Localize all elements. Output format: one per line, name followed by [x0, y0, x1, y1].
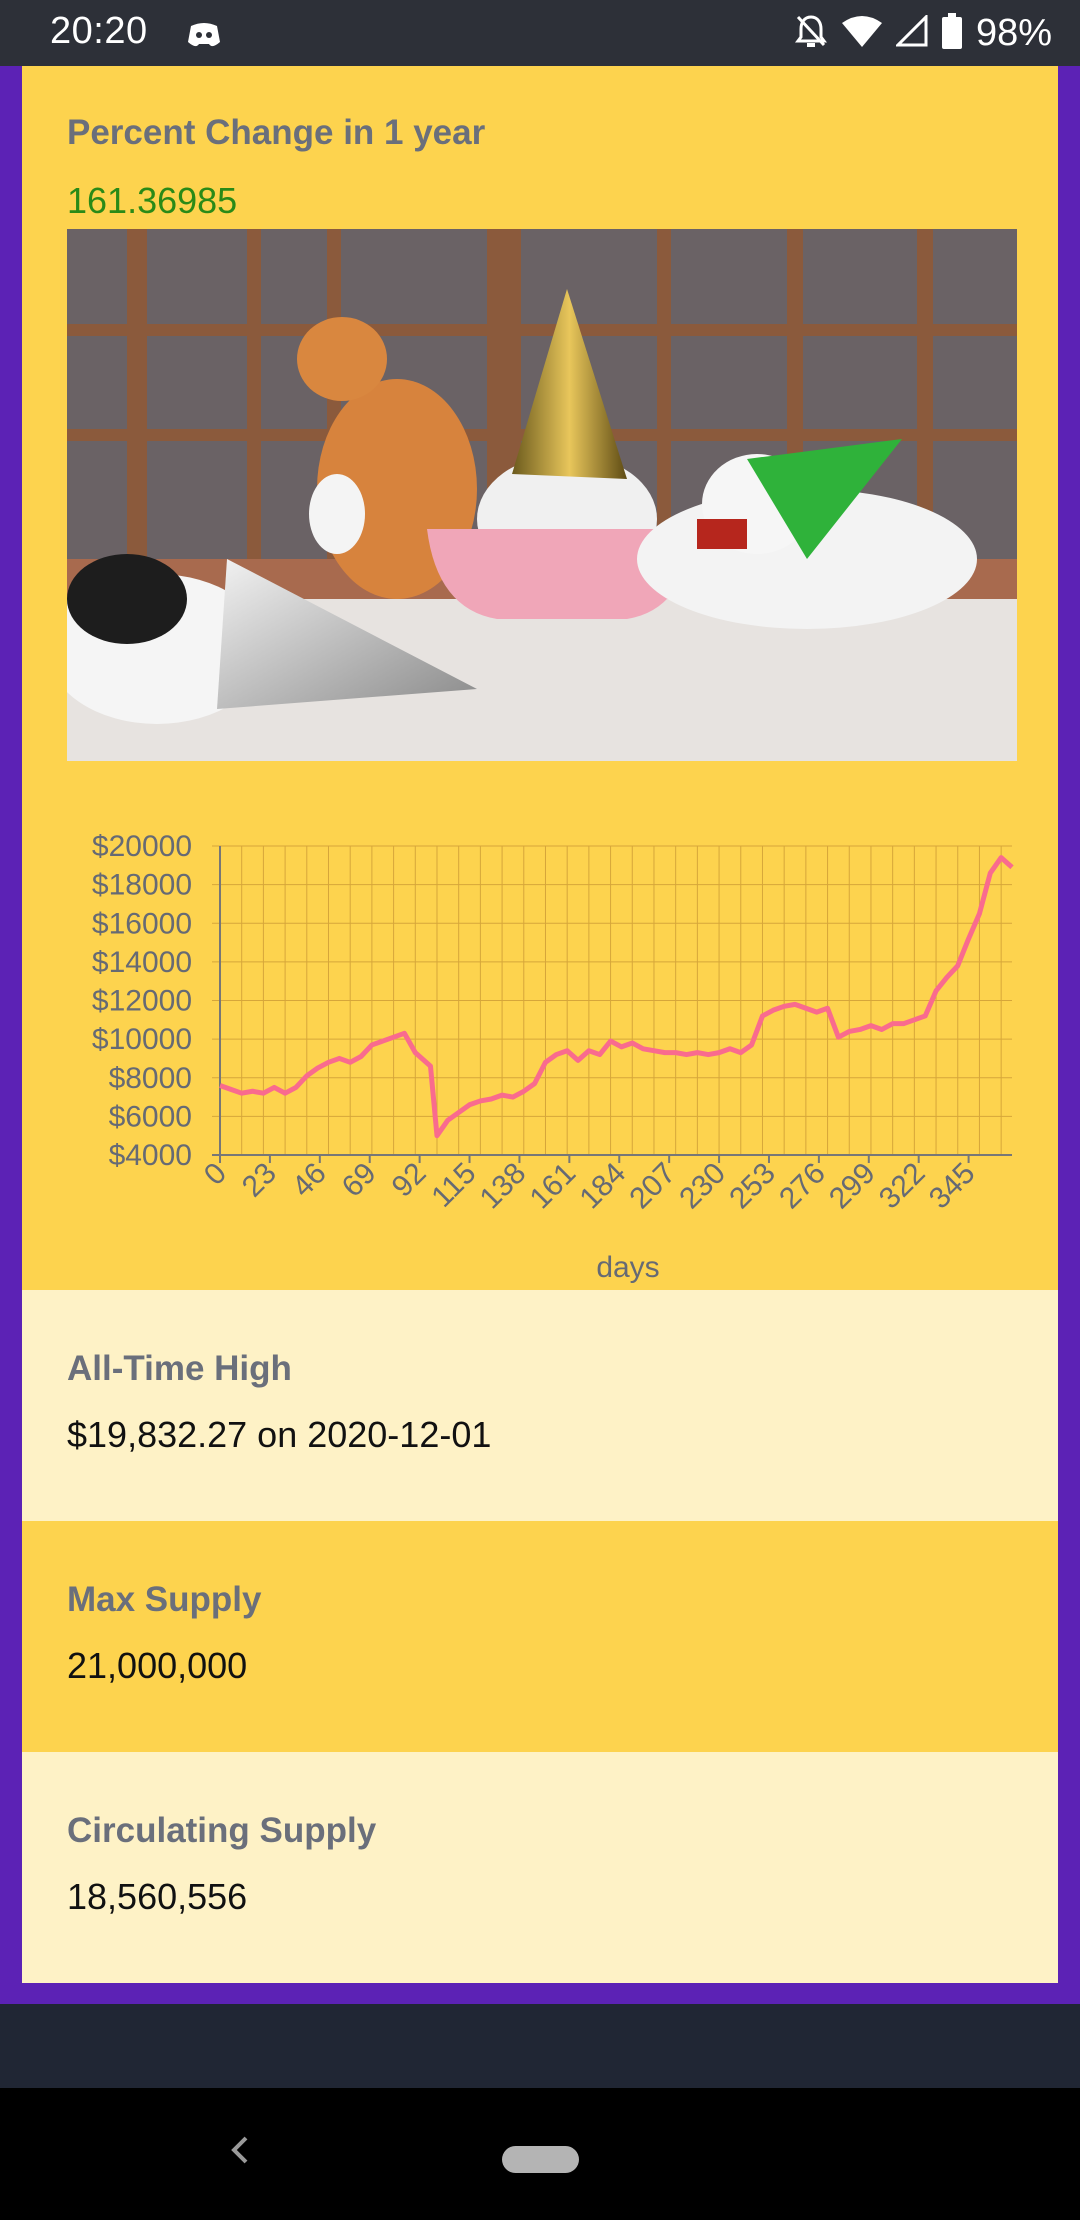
max-supply-label: Max Supply: [67, 1580, 262, 1619]
signal-icon: [894, 12, 928, 52]
y-tick-label: $4000: [109, 1139, 192, 1172]
all-time-high-label: All-Time High: [67, 1349, 292, 1388]
x-tick-label: 0: [198, 1157, 233, 1192]
y-tick-label: $20000: [92, 830, 192, 863]
x-tick-label: 184: [573, 1157, 632, 1216]
wifi-icon: [841, 15, 882, 52]
circulating-supply-card: Circulating Supply 18,560,556: [22, 1752, 1058, 1983]
max-supply-value: 21,000,000: [67, 1645, 248, 1686]
x-tick-label: 46: [286, 1157, 333, 1204]
y-tick-label: $8000: [109, 1062, 192, 1095]
bottom-band: [0, 2004, 1080, 2088]
price-series-line: [219, 855, 1014, 1139]
x-tick-label: 322: [873, 1157, 932, 1216]
x-tick-label: 161: [524, 1157, 583, 1216]
max-supply-card: Max Supply 21,000,000: [22, 1521, 1058, 1752]
x-tick-label: 276: [773, 1157, 832, 1216]
x-tick-label: 207: [623, 1157, 682, 1216]
discord-icon: [185, 20, 223, 55]
x-tick-label: 230: [673, 1157, 732, 1216]
battery-percent: 98%: [975, 11, 1052, 54]
all-time-high-card: All-Time High $19,832.27 on 2020-12-01: [22, 1290, 1058, 1521]
x-tick-label: 345: [923, 1157, 982, 1216]
price-chart: $4000 $6000 $8000 $10000 $12000 $14000 $16000 $…: [92, 830, 1014, 1284]
celebration-cats-photo: [67, 229, 1017, 761]
circulating-supply-value: 18,560,556: [67, 1876, 248, 1917]
y-tick-label: $14000: [92, 946, 192, 979]
percent-change-value: 161.36985: [67, 180, 238, 221]
x-tick-label: 69: [336, 1157, 383, 1204]
all-time-high-value: $19,832.27 on 2020-12-01: [67, 1414, 492, 1455]
y-tick-label: $12000: [92, 985, 192, 1018]
x-tick-label: 92: [386, 1157, 433, 1204]
content-frame: Percent Change in 1 year 161.36985 $4000…: [0, 66, 1080, 2004]
bell-off-icon: [794, 13, 828, 54]
y-tick-label: $6000: [109, 1100, 192, 1133]
x-tick-label: 138: [474, 1157, 533, 1216]
circulating-supply-label: Circulating Supply: [67, 1811, 377, 1850]
x-tick-label: 115: [425, 1157, 482, 1214]
y-tick-label: $10000: [92, 1023, 192, 1056]
percent-change-card: Percent Change in 1 year 161.36985 $4000…: [22, 66, 1058, 1290]
x-tick-label: 23: [236, 1157, 283, 1204]
y-tick-label: $16000: [92, 907, 192, 940]
x-tick-label: 299: [823, 1157, 882, 1216]
battery-icon: [941, 12, 962, 54]
y-tick-label: $18000: [92, 869, 192, 902]
back-icon[interactable]: [220, 2130, 260, 2175]
status-icons: 98%: [794, 10, 1052, 56]
x-tick-label: 253: [723, 1157, 782, 1216]
percent-change-label: Percent Change in 1 year: [67, 113, 486, 152]
status-bar: 20:20 98%: [0, 0, 1080, 66]
x-axis-title: days: [596, 1251, 659, 1284]
home-pill-button[interactable]: [502, 2146, 579, 2173]
navigation-bar: [0, 2088, 1080, 2220]
status-time: 20:20: [50, 10, 148, 52]
